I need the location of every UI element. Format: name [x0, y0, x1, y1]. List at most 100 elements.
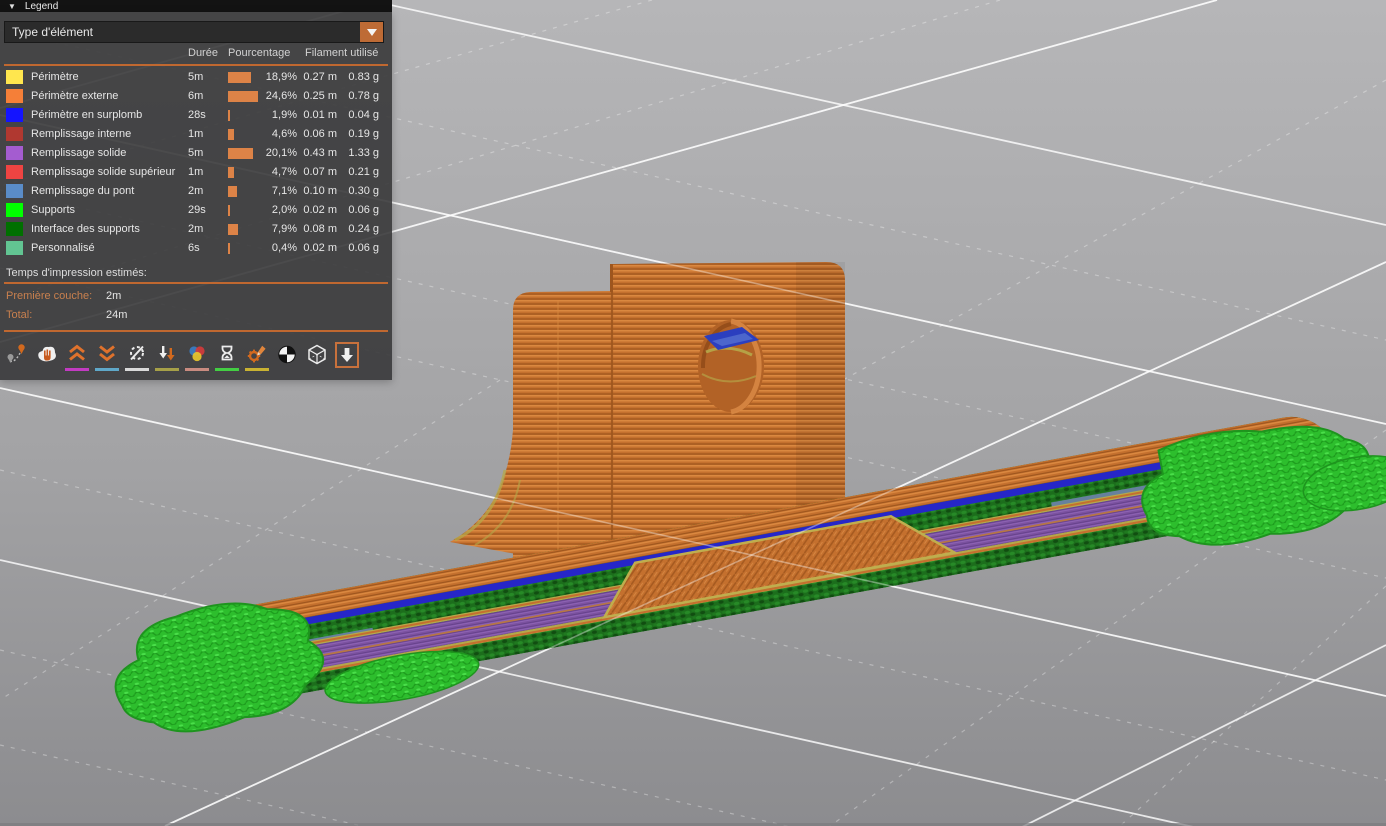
separator	[4, 330, 388, 332]
travel-moves-icon[interactable]	[5, 342, 29, 374]
first-layer-label: Première couche:	[6, 290, 93, 302]
feature-color-swatch	[6, 108, 23, 122]
feature-percent-bar	[228, 110, 231, 121]
chevron-down-icon	[366, 28, 377, 36]
feature-label: Périmètre en surplomb	[31, 109, 143, 121]
feature-type-row[interactable]: Périmètre externe 6m 24,6% 0.25 m 0.78 g	[0, 87, 392, 106]
feature-percent: 7,9%	[271, 223, 297, 235]
feature-label: Périmètre externe	[31, 90, 119, 102]
feature-duration: 6m	[188, 90, 204, 102]
feature-duration: 29s	[188, 204, 206, 216]
shells-icon[interactable]	[305, 342, 329, 374]
feature-color-swatch	[6, 184, 23, 198]
feature-color-swatch	[6, 222, 23, 236]
feature-type-row[interactable]: Remplissage interne 1m 4,6% 0.06 m 0.19 g	[0, 125, 392, 144]
feature-type-row[interactable]: Remplissage solide supérieur 1m 4,7% 0.07 m…	[0, 163, 392, 182]
feature-color-swatch	[6, 241, 23, 255]
feature-filament-weight: 0.06 g	[348, 204, 379, 216]
feature-label: Remplissage interne	[31, 128, 132, 140]
feature-color-swatch	[6, 127, 23, 141]
feature-duration: 6s	[188, 242, 200, 254]
gcode-preview-window: { "legend": { "title": "Legend", "type_s…	[0, 0, 1386, 826]
feature-filament-weight: 1.33 g	[348, 147, 379, 159]
legend-body: Type d'élément Durée Pourcentage Filamen…	[0, 12, 392, 380]
feature-filament-weight: 0.83 g	[348, 71, 379, 83]
feature-percent: 20,1%	[265, 147, 297, 159]
feature-percent: 4,7%	[271, 166, 297, 178]
custom-gcode-icon[interactable]	[245, 342, 269, 374]
feature-filament-weight: 0.06 g	[348, 242, 379, 254]
view-type-dropdown[interactable]: Type d'élément	[4, 21, 384, 43]
feature-duration: 5m	[188, 71, 204, 83]
feature-color-swatch	[6, 146, 23, 160]
seams-icon[interactable]	[125, 342, 149, 374]
feature-type-row[interactable]: Personnalisé 6s 0,4% 0.02 m 0.06 g	[0, 239, 392, 258]
feature-duration: 2m	[188, 185, 204, 197]
feature-duration: 1m	[188, 166, 204, 178]
center-of-mass-icon[interactable]	[275, 342, 299, 374]
feature-type-row[interactable]: Périmètre 5m 18,9% 0.27 m 0.83 g	[0, 68, 392, 87]
feature-filament-weight: 0.78 g	[348, 90, 379, 102]
feature-type-row[interactable]: Remplissage solide 5m 20,1% 0.43 m 1.33 g	[0, 144, 392, 163]
legend-toggle-icon[interactable]	[335, 342, 359, 374]
feature-duration: 5m	[188, 147, 204, 159]
color-changes-icon[interactable]	[185, 342, 209, 374]
feature-filament-weight: 0.21 g	[348, 166, 379, 178]
feature-color-swatch	[6, 89, 23, 103]
tool-changes-icon[interactable]	[155, 342, 179, 374]
feature-filament-length: 0.01 m	[303, 109, 337, 121]
wipe-icon[interactable]	[35, 342, 59, 374]
total-time-value: 24m	[106, 309, 128, 321]
feature-filament-weight: 0.04 g	[348, 109, 379, 121]
feature-percent: 7,1%	[271, 185, 297, 197]
feature-type-row[interactable]: Remplissage du pont 2m 7,1% 0.10 m 0.30 g	[0, 182, 392, 201]
column-header-percentage: Pourcentage	[228, 47, 291, 59]
column-header-duration: Durée	[188, 47, 218, 59]
feature-label: Interface des supports	[31, 223, 140, 235]
legend-panel: ▼ Legend Type d'élément Durée Pourcentag…	[0, 0, 392, 380]
deretractions-icon[interactable]	[95, 342, 119, 374]
feature-filament-weight: 0.24 g	[348, 223, 379, 235]
feature-color-swatch	[6, 165, 23, 179]
feature-filament-length: 0.27 m	[303, 71, 337, 83]
feature-filament-length: 0.08 m	[303, 223, 337, 235]
feature-type-row[interactable]: Supports 29s 2,0% 0.02 m 0.06 g	[0, 201, 392, 220]
estimated-times-header: Temps d'impression estimés:	[6, 267, 147, 279]
feature-filament-length: 0.02 m	[303, 242, 337, 254]
feature-label: Supports	[31, 204, 76, 216]
feature-type-table: Périmètre 5m 18,9% 0.27 m 0.83 g Périmètre ex…	[0, 68, 392, 258]
feature-percent-bar	[228, 148, 253, 159]
feature-percent-bar	[228, 91, 258, 102]
feature-label: Remplissage solide	[31, 147, 127, 159]
pause-prints-icon[interactable]	[215, 342, 239, 374]
feature-percent-bar	[228, 72, 251, 83]
legend-title: Legend	[24, 0, 59, 12]
feature-filament-length: 0.25 m	[303, 90, 337, 102]
feature-filament-weight: 0.19 g	[348, 128, 379, 140]
feature-duration: 28s	[188, 109, 206, 121]
feature-percent-bar	[228, 243, 230, 254]
total-time-label: Total:	[6, 309, 33, 321]
feature-duration: 1m	[188, 128, 204, 140]
column-header-filament: Filament utilisé	[305, 47, 379, 59]
feature-percent-bar	[228, 167, 234, 178]
collapse-caret-icon[interactable]: ▼	[8, 2, 16, 11]
feature-percent: 0,4%	[271, 242, 297, 254]
feature-filament-length: 0.43 m	[303, 147, 337, 159]
retractions-icon[interactable]	[65, 342, 89, 374]
feature-percent: 24,6%	[265, 90, 297, 102]
feature-percent-bar	[228, 205, 231, 216]
feature-percent: 1,9%	[271, 109, 297, 121]
legend-titlebar[interactable]: ▼ Legend	[0, 0, 392, 12]
first-layer-value: 2m	[106, 290, 122, 302]
feature-type-row[interactable]: Périmètre en surplomb 28s 1,9% 0.01 m 0.04 g	[0, 106, 392, 125]
feature-percent: 18,9%	[265, 71, 297, 83]
feature-label: Personnalisé	[31, 242, 95, 254]
feature-label: Remplissage du pont	[31, 185, 135, 197]
feature-type-row[interactable]: Interface des supports 2m 7,9% 0.08 m 0.24 g	[0, 220, 392, 239]
dropdown-button[interactable]	[360, 22, 383, 42]
feature-percent: 4,6%	[271, 128, 297, 140]
feature-label: Périmètre	[31, 71, 79, 83]
feature-duration: 2m	[188, 223, 204, 235]
feature-percent-bar	[228, 186, 237, 197]
